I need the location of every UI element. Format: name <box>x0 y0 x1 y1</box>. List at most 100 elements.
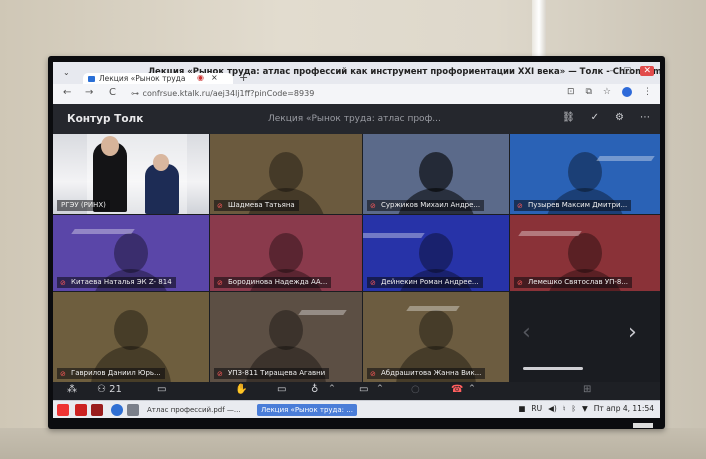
browser-titlebar: ⌄ Лекция «Рынок труда: атлас профессий к… <box>53 62 660 85</box>
keyboard-layout[interactable]: RU <box>531 404 542 413</box>
microphone-tray-icon[interactable]: ♮ <box>563 404 566 413</box>
participant-tile-6[interactable]: ⊘ Дейнекин Роман Андрее... <box>363 215 509 291</box>
screen-share-icon[interactable]: ▭ <box>277 384 286 395</box>
people-icon: ⚇ <box>97 384 106 395</box>
avatar-head <box>269 152 303 192</box>
screen-glare <box>518 231 582 236</box>
record-icon[interactable]: ○ <box>411 384 420 395</box>
mic-off-icon: ⊘ <box>60 279 66 287</box>
bookmark-star-icon[interactable]: ☆ <box>603 87 611 97</box>
chevron-right-icon[interactable]: › <box>628 320 637 345</box>
participant-tile-9[interactable]: ⊘ УПЗ-811 Тиращева Агавни <box>210 292 362 382</box>
profile-avatar-icon[interactable] <box>622 87 632 97</box>
camera-icon[interactable]: ▭ <box>359 384 368 395</box>
gear-icon[interactable]: ⚙ <box>615 112 624 123</box>
participants-button[interactable]: ⚇ 21 <box>97 384 122 395</box>
end-call-icon[interactable]: ☎ <box>451 384 463 395</box>
participant-name: ⊘ Лемешко Святослав УП-8... <box>514 277 633 288</box>
screen-glare <box>363 233 425 238</box>
participant-name: ⊘ Пузырев Максим Дмитри... <box>514 200 632 211</box>
clock[interactable]: Пт апр 4, 11:54 <box>594 404 654 413</box>
wifi-icon[interactable]: ▼ <box>582 404 588 413</box>
back-button[interactable]: ← <box>63 87 71 98</box>
participant-tile-7[interactable]: ⊘ Лемешко Святослав УП-8... <box>510 215 660 291</box>
participant-name: ⊘ УПЗ-811 Тиращева Агавни <box>214 368 330 379</box>
raise-hand-icon[interactable]: ✋ <box>235 384 247 395</box>
link-icon[interactable]: ⛓ <box>562 112 575 123</box>
speaker-person <box>145 164 179 214</box>
participant-tile-0[interactable]: РГЭУ (РИНХ) <box>53 134 209 214</box>
participant-tile-4[interactable]: ⊘ Китаева Наталья ЭК Z- 814 <box>53 215 209 291</box>
mic-off-icon: ⊘ <box>217 370 223 378</box>
participant-tile-10[interactable]: ⊘ Абдрашитова Жанна Вик... <box>363 292 509 382</box>
layout-icon[interactable]: ⊞ <box>583 384 591 395</box>
avatar-head <box>419 152 453 192</box>
screen-glare <box>596 156 655 161</box>
participant-tile-5[interactable]: ⊘ Бородинова Надежда АА... <box>210 215 362 291</box>
app-header: Контур Толк Лекция «Рынок труда: атлас п… <box>53 104 660 134</box>
address-bar[interactable]: ⊶ confrsue.ktalk.ru/aej34lj1ff?pinCode=8… <box>131 87 551 100</box>
participant-tile-2[interactable]: ⊘ Суржиков Михаил Андре... <box>363 134 509 214</box>
participant-name: ⊘ Бородинова Надежда АА... <box>214 277 332 288</box>
tab-close-button[interactable]: × <box>211 73 218 82</box>
avatar-head <box>114 233 148 273</box>
avatar-head <box>114 310 148 350</box>
files-icon[interactable] <box>127 404 139 416</box>
participants-grid-icon[interactable]: ⁂ <box>67 384 77 395</box>
microphone-icon[interactable]: ♁ <box>311 384 318 395</box>
taskbar-item-browser[interactable]: Лекция «Рынок труда: ... <box>257 404 357 416</box>
app-icon[interactable] <box>91 404 103 416</box>
participant-name: РГЭУ (РИНХ) <box>57 200 110 211</box>
taskbar-item-pdf[interactable]: Атлас профессий.pdf —... <box>143 404 245 416</box>
participant-name: ⊘ Китаева Наталья ЭК Z- 814 <box>57 277 176 288</box>
site-info-icon[interactable]: ⊶ <box>131 87 140 100</box>
header-actions: ⛓ ✓ ⚙ ⋯ <box>562 112 650 123</box>
menu-kebab-icon[interactable]: ⋮ <box>643 87 652 97</box>
participant-tile-3[interactable]: ⊘ Пузырев Максим Дмитри... <box>510 134 660 214</box>
chevron-down-icon[interactable]: ⌄ <box>63 68 70 77</box>
tv-sticker <box>633 423 653 428</box>
install-app-icon[interactable]: ⊡ <box>567 87 575 97</box>
tv-screen: ⌄ Лекция «Рынок труда: атлас профессий к… <box>53 62 660 418</box>
mic-options-chevron-icon[interactable]: ^ <box>329 384 335 392</box>
bluetooth-icon[interactable]: ᛒ <box>572 404 577 413</box>
new-tab-button[interactable]: + <box>239 71 248 84</box>
browser-toolbar: ← → C ⊶ confrsue.ktalk.ru/aej34lj1ff?pin… <box>53 84 660 105</box>
cast-icon[interactable]: ⧉ <box>585 87 591 97</box>
os-taskbar: Атлас профессий.pdf —... Лекция «Рынок т… <box>53 400 660 418</box>
reload-button[interactable]: C <box>109 87 116 98</box>
browser-icon[interactable] <box>111 404 123 416</box>
maximize-icon[interactable]: ▢ <box>623 66 632 76</box>
tray-app-icon[interactable]: ■ <box>518 404 525 413</box>
app-icon[interactable] <box>75 404 87 416</box>
close-window-icon[interactable]: ✕ <box>640 66 654 76</box>
tab-title: Лекция «Рынок труда <box>99 74 186 83</box>
avatar-head <box>568 233 602 273</box>
speaker-head <box>101 136 119 156</box>
room-floor <box>0 428 706 459</box>
shield-check-icon[interactable]: ✓ <box>591 112 599 123</box>
participant-name: ⊘ Дейнекин Роман Андрее... <box>367 277 483 288</box>
participant-tile-1[interactable]: ⊘ Шадмева Татьяна <box>210 134 362 214</box>
mic-off-icon: ⊘ <box>370 370 376 378</box>
avatar-head <box>419 310 453 350</box>
participant-name: ⊘ Абдрашитова Жанна Вик... <box>367 368 486 379</box>
app-brand: Контур Толк <box>67 113 144 125</box>
minimize-icon[interactable]: – <box>609 66 614 76</box>
forward-button[interactable]: → <box>85 87 93 98</box>
mic-off-icon: ⊘ <box>60 370 66 378</box>
mic-off-icon: ⊘ <box>370 279 376 287</box>
end-call-chevron-icon[interactable]: ^ <box>469 384 475 392</box>
participant-tile-8[interactable]: ⊘ Гаврилов Даниил Юрь... <box>53 292 209 382</box>
camera-icon <box>88 76 95 82</box>
chevron-left-icon[interactable]: ‹ <box>522 320 531 345</box>
meeting-title: Лекция «Рынок труда: атлас проф... <box>268 114 441 124</box>
start-menu-icon[interactable] <box>57 404 69 416</box>
screen-glare <box>71 229 135 234</box>
camera-options-chevron-icon[interactable]: ^ <box>377 384 383 392</box>
more-icon[interactable]: ⋯ <box>640 112 650 123</box>
system-tray: ■ RU ◀) ♮ ᛒ ▼ Пт апр 4, 11:54 <box>518 404 654 413</box>
volume-icon[interactable]: ◀) <box>548 404 557 413</box>
participant-name: ⊘ Шадмева Татьяна <box>214 200 299 211</box>
chat-icon[interactable]: ▭ <box>157 384 166 395</box>
